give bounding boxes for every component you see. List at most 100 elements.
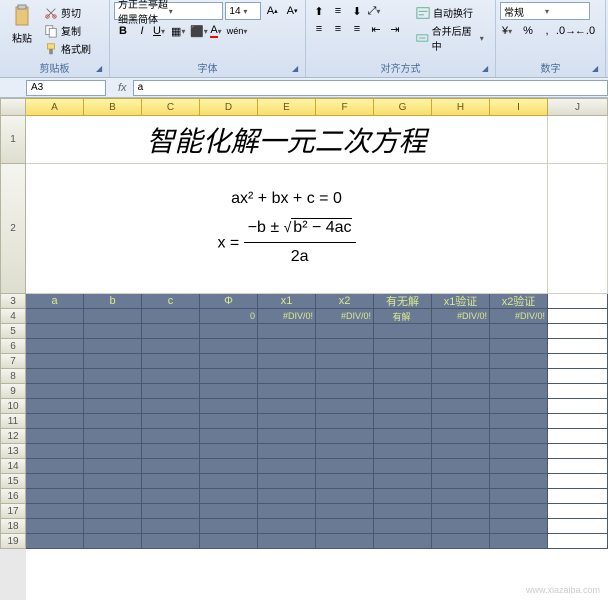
cell[interactable] xyxy=(200,534,258,549)
cell[interactable] xyxy=(548,164,608,294)
cell[interactable]: b xyxy=(84,294,142,309)
cell[interactable] xyxy=(490,474,548,489)
cell[interactable] xyxy=(548,519,608,534)
cell[interactable] xyxy=(142,309,200,324)
cell[interactable] xyxy=(548,399,608,414)
cell[interactable] xyxy=(142,459,200,474)
row-header[interactable]: 4 xyxy=(0,309,26,324)
fill-color-button[interactable]: ⬛▾ xyxy=(190,22,208,40)
shrink-font-button[interactable]: A▾ xyxy=(283,2,301,20)
cell[interactable] xyxy=(432,354,490,369)
cell[interactable] xyxy=(142,489,200,504)
align-launcher[interactable]: ◢ xyxy=(482,64,492,74)
cell[interactable] xyxy=(142,354,200,369)
cell[interactable]: x1验证 xyxy=(432,294,490,309)
grow-font-button[interactable]: A▴ xyxy=(263,2,281,20)
cell[interactable] xyxy=(432,399,490,414)
cell[interactable] xyxy=(26,474,84,489)
cell[interactable] xyxy=(26,459,84,474)
cell[interactable] xyxy=(548,504,608,519)
cell[interactable] xyxy=(26,489,84,504)
cell[interactable] xyxy=(432,534,490,549)
cell[interactable] xyxy=(432,459,490,474)
name-box[interactable]: A3 xyxy=(26,80,106,96)
cell[interactable] xyxy=(26,369,84,384)
inc-decimal-button[interactable]: .0→ xyxy=(557,22,575,40)
cell[interactable] xyxy=(374,444,432,459)
phonetic-button[interactable]: wén▾ xyxy=(228,22,246,40)
cell[interactable] xyxy=(142,324,200,339)
cell[interactable] xyxy=(26,384,84,399)
cell[interactable] xyxy=(490,369,548,384)
cell[interactable] xyxy=(490,519,548,534)
cell[interactable] xyxy=(548,459,608,474)
percent-button[interactable]: % xyxy=(519,22,537,40)
cell[interactable] xyxy=(432,444,490,459)
cell[interactable] xyxy=(316,429,374,444)
cell[interactable] xyxy=(374,324,432,339)
cell[interactable] xyxy=(374,339,432,354)
formula-bar[interactable]: a xyxy=(133,80,608,96)
italic-button[interactable]: I xyxy=(133,22,151,40)
cell[interactable] xyxy=(548,429,608,444)
cell[interactable] xyxy=(84,534,142,549)
cell[interactable] xyxy=(316,489,374,504)
cell[interactable] xyxy=(258,339,316,354)
cell[interactable] xyxy=(26,309,84,324)
cell[interactable] xyxy=(200,444,258,459)
cell[interactable] xyxy=(84,504,142,519)
align-left-button[interactable]: ≡ xyxy=(310,20,328,38)
cell[interactable] xyxy=(26,414,84,429)
bold-button[interactable]: B xyxy=(114,22,132,40)
col-header[interactable]: J xyxy=(548,98,608,116)
cell[interactable] xyxy=(490,384,548,399)
cell[interactable] xyxy=(490,504,548,519)
cell[interactable] xyxy=(258,534,316,549)
cell[interactable] xyxy=(548,116,608,164)
cell[interactable] xyxy=(258,324,316,339)
cell[interactable]: 有无解 xyxy=(374,294,432,309)
cell[interactable] xyxy=(490,399,548,414)
cell[interactable] xyxy=(258,474,316,489)
cell[interactable] xyxy=(374,414,432,429)
col-header[interactable]: C xyxy=(142,98,200,116)
cell[interactable] xyxy=(316,354,374,369)
orientation-button[interactable]: ⤢▾ xyxy=(367,2,385,20)
cell[interactable] xyxy=(548,309,608,324)
cell[interactable] xyxy=(490,459,548,474)
cell[interactable] xyxy=(142,429,200,444)
cell[interactable] xyxy=(432,384,490,399)
row-header[interactable]: 9 xyxy=(0,384,26,399)
cell[interactable] xyxy=(200,399,258,414)
cell[interactable] xyxy=(374,369,432,384)
font-family-combo[interactable]: 方正兰亭超细黑简体▾ xyxy=(114,2,223,20)
col-header[interactable]: I xyxy=(490,98,548,116)
fx-icon[interactable]: fx xyxy=(118,82,127,94)
cell[interactable] xyxy=(84,384,142,399)
cell[interactable] xyxy=(258,429,316,444)
cell[interactable] xyxy=(548,534,608,549)
cell[interactable] xyxy=(548,474,608,489)
comma-button[interactable]: , xyxy=(538,22,556,40)
cell[interactable] xyxy=(84,429,142,444)
cell[interactable] xyxy=(200,489,258,504)
cell[interactable] xyxy=(258,399,316,414)
cell[interactable] xyxy=(374,534,432,549)
cell[interactable] xyxy=(84,309,142,324)
cell[interactable] xyxy=(548,324,608,339)
col-header[interactable]: B xyxy=(84,98,142,116)
row-header[interactable]: 18 xyxy=(0,519,26,534)
cell[interactable]: x2 xyxy=(316,294,374,309)
cell[interactable] xyxy=(258,489,316,504)
cell[interactable] xyxy=(84,354,142,369)
cell[interactable] xyxy=(84,474,142,489)
cell[interactable] xyxy=(490,414,548,429)
row-header[interactable]: 15 xyxy=(0,474,26,489)
cell[interactable] xyxy=(316,444,374,459)
font-size-combo[interactable]: 14▾ xyxy=(225,2,261,20)
cell[interactable] xyxy=(432,489,490,504)
cell[interactable] xyxy=(84,324,142,339)
cell[interactable] xyxy=(316,369,374,384)
cell[interactable] xyxy=(200,504,258,519)
row-header[interactable]: 11 xyxy=(0,414,26,429)
